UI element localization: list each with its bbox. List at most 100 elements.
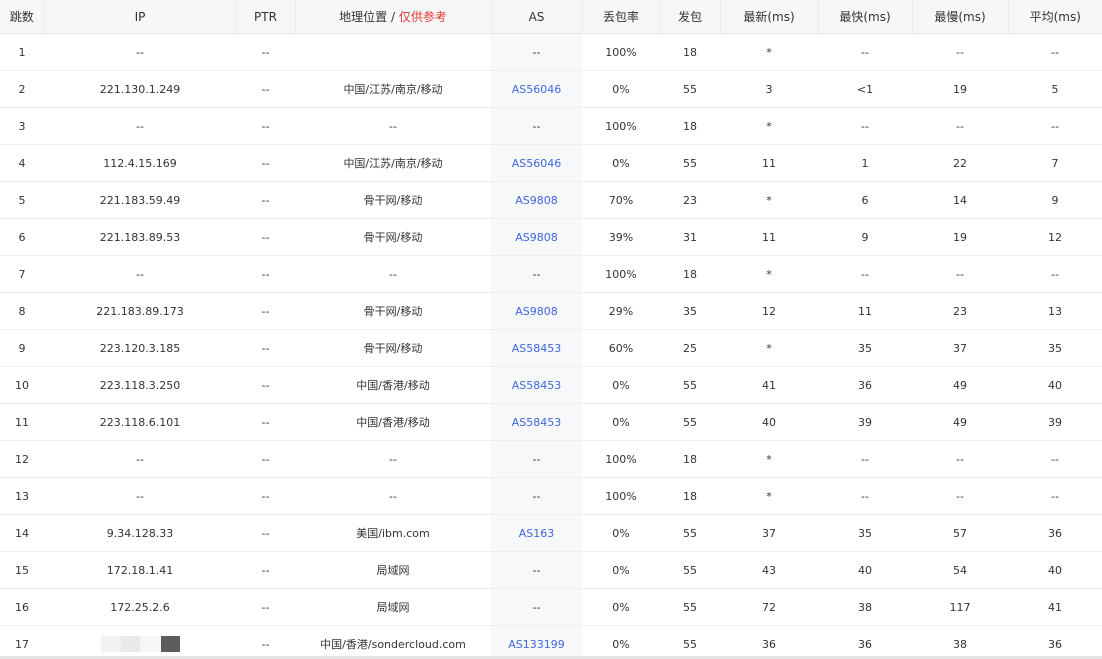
cell-hop: 3 bbox=[0, 107, 44, 145]
header-hop: 跳数 bbox=[0, 0, 45, 34]
cell-worst: 38 bbox=[912, 625, 1008, 659]
table-header: 跳数 IP PTR 地理位置 / 仅供参考 AS 丢包率 发包 最新(ms) 最… bbox=[0, 0, 1102, 34]
cell-last: 41 bbox=[720, 366, 818, 404]
cell-geo: -- bbox=[295, 440, 491, 478]
header-avg: 平均(ms) bbox=[1008, 0, 1102, 34]
table-row: 3 -- -- -- -- 100% 18 * -- -- -- bbox=[0, 107, 1102, 145]
cell-last: 40 bbox=[720, 403, 818, 441]
as-link[interactable]: AS58453 bbox=[491, 329, 582, 367]
cell-geo: 中国/香港/sondercloud.com bbox=[295, 625, 491, 659]
cell-last: 37 bbox=[720, 514, 818, 552]
cell-sent: 55 bbox=[660, 588, 720, 626]
cell-loss: 100% bbox=[582, 477, 660, 515]
cell-ptr: -- bbox=[236, 144, 295, 182]
as-link[interactable]: AS58453 bbox=[491, 403, 582, 441]
table-row: 13 -- -- -- -- 100% 18 * -- -- -- bbox=[0, 477, 1102, 515]
cell-loss: 29% bbox=[582, 292, 660, 330]
cell-avg: -- bbox=[1008, 440, 1102, 478]
header-worst: 最慢(ms) bbox=[912, 0, 1009, 34]
cell-ip: 172.18.1.41 bbox=[44, 551, 236, 589]
cell-best: <1 bbox=[818, 70, 912, 108]
cell-loss: 60% bbox=[582, 329, 660, 367]
cell-ptr: -- bbox=[236, 403, 295, 441]
cell-best: -- bbox=[818, 107, 912, 145]
cell-loss: 70% bbox=[582, 181, 660, 219]
cell-best: 6 bbox=[818, 181, 912, 219]
cell-best: -- bbox=[818, 440, 912, 478]
cell-geo: -- bbox=[295, 107, 491, 145]
cell-last: * bbox=[720, 181, 818, 219]
cell-avg: 12 bbox=[1008, 218, 1102, 256]
cell-hop: 15 bbox=[0, 551, 44, 589]
header-last: 最新(ms) bbox=[720, 0, 819, 34]
cell-loss: 100% bbox=[582, 107, 660, 145]
cell-sent: 31 bbox=[660, 218, 720, 256]
as-link[interactable]: AS163 bbox=[491, 514, 582, 552]
cell-geo: 局域网 bbox=[295, 551, 491, 589]
header-ip: IP bbox=[44, 0, 237, 34]
cell-loss: 0% bbox=[582, 366, 660, 404]
cell-ip: 221.183.89.53 bbox=[44, 218, 236, 256]
cell-sent: 23 bbox=[660, 181, 720, 219]
cell-best: -- bbox=[818, 255, 912, 293]
cell-sent: 55 bbox=[660, 514, 720, 552]
as-link[interactable]: AS9808 bbox=[491, 218, 582, 256]
table-row: 5 221.183.59.49 -- 骨干网/移动 AS9808 70% 23 * 6 14 9 bbox=[0, 181, 1102, 219]
cell-worst: 54 bbox=[912, 551, 1008, 589]
cell-ip: 223.118.6.101 bbox=[44, 403, 236, 441]
table-body: 1 -- -- -- 100% 18 * -- -- -- 2 221.130.1.249 -- 中国/江… bbox=[0, 33, 1102, 659]
cell-worst: -- bbox=[912, 107, 1008, 145]
table-row: 12 -- -- -- -- 100% 18 * -- -- -- bbox=[0, 440, 1102, 478]
cell-sent: 18 bbox=[660, 477, 720, 515]
cell-sent: 55 bbox=[660, 403, 720, 441]
cell-sent: 18 bbox=[660, 33, 720, 71]
cell-avg: -- bbox=[1008, 255, 1102, 293]
cell-avg: 7 bbox=[1008, 144, 1102, 182]
cell-best: -- bbox=[818, 477, 912, 515]
cell-ptr: -- bbox=[236, 514, 295, 552]
table-row: 4 112.4.15.169 -- 中国/江苏/南京/移动 AS56046 0% 55 11 1… bbox=[0, 144, 1102, 182]
cell-geo: 中国/江苏/南京/移动 bbox=[295, 144, 491, 182]
cell-worst: -- bbox=[912, 255, 1008, 293]
cell-hop: 10 bbox=[0, 366, 44, 404]
cell-hop: 12 bbox=[0, 440, 44, 478]
as-link[interactable]: AS9808 bbox=[491, 181, 582, 219]
cell-as: -- bbox=[491, 551, 582, 589]
as-link[interactable]: AS58453 bbox=[491, 366, 582, 404]
cell-avg: 36 bbox=[1008, 625, 1102, 659]
cell-ip: -- bbox=[44, 107, 236, 145]
table-row: 8 221.183.89.173 -- 骨干网/移动 AS9808 29% 35 12 11 23… bbox=[0, 292, 1102, 330]
cell-worst: 117 bbox=[912, 588, 1008, 626]
cell-hop: 6 bbox=[0, 218, 44, 256]
as-link[interactable]: AS56046 bbox=[491, 70, 582, 108]
table-row: 6 221.183.89.53 -- 骨干网/移动 AS9808 39% 31 11 9 19 12 bbox=[0, 218, 1102, 256]
cell-worst: 22 bbox=[912, 144, 1008, 182]
as-link[interactable]: AS133199 bbox=[491, 625, 582, 659]
table-row: 17 -- 中国/香港/sondercloud.com AS133199 0% 55 36 3… bbox=[0, 625, 1102, 659]
cell-ptr: -- bbox=[236, 181, 295, 219]
cell-ptr: -- bbox=[236, 440, 295, 478]
cell-loss: 100% bbox=[582, 440, 660, 478]
table-row: 15 172.18.1.41 -- 局域网 -- 0% 55 43 40 54 40 bbox=[0, 551, 1102, 589]
cell-ptr: -- bbox=[236, 107, 295, 145]
cell-geo: 骨干网/移动 bbox=[295, 292, 491, 330]
cell-as: -- bbox=[491, 477, 582, 515]
redacted-ip-block bbox=[100, 636, 180, 652]
cell-worst: 57 bbox=[912, 514, 1008, 552]
cell-avg: 5 bbox=[1008, 70, 1102, 108]
cell-worst: 14 bbox=[912, 181, 1008, 219]
cell-ptr: -- bbox=[236, 625, 295, 659]
cell-sent: 55 bbox=[660, 144, 720, 182]
as-link[interactable]: AS9808 bbox=[491, 292, 582, 330]
cell-geo: 中国/香港/移动 bbox=[295, 366, 491, 404]
as-link[interactable]: AS56046 bbox=[491, 144, 582, 182]
cell-last: * bbox=[720, 33, 818, 71]
cell-avg: 9 bbox=[1008, 181, 1102, 219]
cell-ptr: -- bbox=[236, 70, 295, 108]
cell-hop: 17 bbox=[0, 625, 44, 659]
cell-worst: 19 bbox=[912, 218, 1008, 256]
cell-geo bbox=[295, 33, 491, 71]
cell-ip: 221.130.1.249 bbox=[44, 70, 236, 108]
cell-hop: 4 bbox=[0, 144, 44, 182]
cell-loss: 0% bbox=[582, 588, 660, 626]
